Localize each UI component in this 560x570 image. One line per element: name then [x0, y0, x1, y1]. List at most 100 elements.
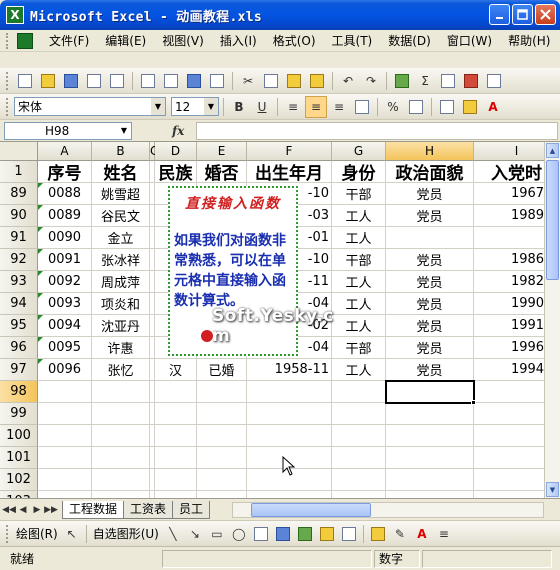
align-center-icon[interactable]: ≡	[305, 95, 327, 118]
font-size-dropdown[interactable]: 12 ▼	[171, 97, 219, 116]
clipart-icon[interactable]	[316, 523, 338, 545]
open-icon[interactable]	[37, 70, 59, 92]
font-color-icon[interactable]: A	[411, 523, 433, 545]
diagram-icon[interactable]	[294, 523, 316, 545]
table-cell[interactable]: 工人	[332, 271, 386, 293]
percent-button[interactable]: %	[382, 96, 404, 118]
table-cell[interactable]: 工人	[332, 205, 386, 227]
sheet-tab-salary[interactable]: 工资表	[123, 500, 174, 519]
menu-help[interactable]: 帮助(H)	[500, 31, 558, 51]
toolbar-grip[interactable]	[6, 524, 9, 543]
table-cell[interactable]	[332, 491, 386, 498]
menu-format[interactable]: 格式(O)	[265, 31, 324, 51]
row-header[interactable]: 1	[0, 161, 38, 183]
drawing-icon[interactable]	[483, 70, 505, 92]
table-cell[interactable]: 党员	[386, 337, 474, 359]
table-cell[interactable]: 项炎和	[92, 293, 150, 315]
row-header[interactable]: 98	[0, 381, 38, 403]
row-header[interactable]: 89	[0, 183, 38, 205]
row-header[interactable]: 102	[0, 469, 38, 491]
align-left-icon[interactable]: ≡	[282, 96, 304, 118]
table-cell[interactable]	[386, 425, 474, 447]
email-icon[interactable]	[106, 70, 128, 92]
research-icon[interactable]	[206, 70, 228, 92]
table-cell[interactable]	[92, 447, 150, 469]
table-cell[interactable]: 党员	[386, 205, 474, 227]
chart-wizard-icon[interactable]	[460, 70, 482, 92]
picture-icon[interactable]	[338, 523, 360, 545]
table-cell[interactable]: 党员	[386, 271, 474, 293]
fill-handle[interactable]	[471, 400, 476, 405]
next-sheet-icon[interactable]: ▶	[30, 502, 44, 518]
table-cell[interactable]: 0096	[38, 359, 92, 381]
table-cell[interactable]	[155, 447, 197, 469]
workbook-icon[interactable]	[17, 32, 33, 49]
decrease-indent-icon[interactable]	[405, 96, 427, 118]
table-cell[interactable]: 0090	[38, 227, 92, 249]
undo-icon[interactable]: ↶	[337, 70, 359, 92]
table-cell[interactable]	[155, 491, 197, 498]
table-cell[interactable]	[197, 381, 247, 403]
draw-menu-button[interactable]: 绘图(R)	[13, 525, 61, 542]
table-cell[interactable]	[38, 403, 92, 425]
table-cell[interactable]	[155, 381, 197, 403]
row-header[interactable]: 97	[0, 359, 38, 381]
table-cell[interactable]	[38, 425, 92, 447]
table-cell[interactable]: 沈亚丹	[92, 315, 150, 337]
table-cell[interactable]: 张忆	[92, 359, 150, 381]
fill-color-icon[interactable]	[367, 523, 389, 545]
cut-icon[interactable]: ✂	[237, 70, 259, 92]
borders-icon[interactable]	[436, 96, 458, 118]
merge-center-icon[interactable]	[351, 96, 373, 118]
maximize-button[interactable]	[512, 4, 533, 25]
table-cell[interactable]	[332, 403, 386, 425]
table-cell[interactable]	[247, 403, 332, 425]
table-cell[interactable]: 已婚	[197, 359, 247, 381]
table-cell[interactable]: 姚雪超	[92, 183, 150, 205]
table-cell[interactable]	[386, 491, 474, 498]
table-cell[interactable]	[38, 381, 92, 403]
table-cell[interactable]	[332, 425, 386, 447]
table-cell[interactable]: 干部	[332, 249, 386, 271]
table-cell[interactable]	[197, 469, 247, 491]
table-cell[interactable]	[386, 227, 474, 249]
table-cell[interactable]: 汉	[155, 359, 197, 381]
column-header-a[interactable]: A	[38, 142, 92, 161]
table-cell[interactable]	[38, 447, 92, 469]
table-cell[interactable]	[38, 491, 92, 498]
paste-icon[interactable]	[283, 70, 305, 92]
table-cell[interactable]	[247, 425, 332, 447]
header-cell[interactable]: 婚否	[197, 161, 247, 183]
autosum-icon[interactable]: Σ	[414, 70, 436, 92]
first-sheet-icon[interactable]: ◀◀	[2, 502, 16, 518]
prev-sheet-icon[interactable]: ◀	[16, 502, 30, 518]
table-cell[interactable]	[386, 469, 474, 491]
table-cell[interactable]	[92, 425, 150, 447]
select-all-corner[interactable]	[0, 142, 38, 161]
font-name-dropdown[interactable]: 宋体 ▼	[14, 97, 166, 116]
row-header[interactable]: 91	[0, 227, 38, 249]
print-icon[interactable]	[137, 70, 159, 92]
table-cell[interactable]	[332, 381, 386, 403]
table-cell[interactable]: 党员	[386, 293, 474, 315]
print-preview-icon[interactable]	[160, 70, 182, 92]
table-cell[interactable]	[332, 447, 386, 469]
table-cell[interactable]	[197, 403, 247, 425]
permission-icon[interactable]	[83, 70, 105, 92]
table-cell[interactable]: 工人	[332, 359, 386, 381]
header-cell[interactable]: 政治面貌	[386, 161, 474, 183]
copy-icon[interactable]	[260, 70, 282, 92]
row-header[interactable]: 101	[0, 447, 38, 469]
oval-icon[interactable]: ◯	[228, 523, 250, 545]
table-cell[interactable]: 金立	[92, 227, 150, 249]
menu-file[interactable]: 文件(F)	[41, 31, 97, 51]
line-icon[interactable]: ╲	[162, 523, 184, 545]
header-cell[interactable]: 身份	[332, 161, 386, 183]
menu-edit[interactable]: 编辑(E)	[97, 31, 154, 51]
horizontal-scroll-thumb[interactable]	[251, 503, 371, 517]
line-style-icon[interactable]: ≡	[433, 523, 455, 545]
table-cell[interactable]: 谷民文	[92, 205, 150, 227]
table-cell[interactable]	[197, 425, 247, 447]
column-header-e[interactable]: E	[197, 142, 247, 161]
table-cell[interactable]: 0088	[38, 183, 92, 205]
